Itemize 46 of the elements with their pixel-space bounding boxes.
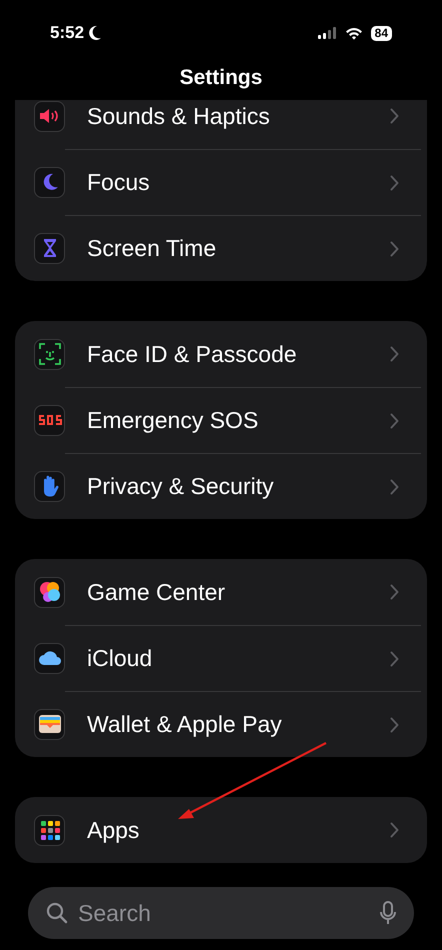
settings-row[interactable]: Screen Time bbox=[15, 215, 427, 281]
settings-row[interactable]: Emergency SOS bbox=[15, 387, 427, 453]
wifi-icon bbox=[344, 26, 363, 40]
settings-row[interactable]: Sounds & Haptics bbox=[15, 100, 427, 149]
settings-row[interactable]: Focus bbox=[15, 149, 427, 215]
chevron-icon bbox=[390, 478, 399, 494]
sos-icon bbox=[36, 413, 62, 427]
chevron-icon bbox=[390, 716, 399, 732]
battery-indicator: 84 bbox=[370, 26, 392, 40]
search-icon bbox=[46, 902, 68, 924]
chevron-icon bbox=[390, 240, 399, 256]
settings-row[interactable]: Privacy & Security bbox=[15, 453, 427, 519]
settings-row[interactable]: Wallet & Apple Pay bbox=[15, 691, 427, 757]
row-label: Sounds & Haptics bbox=[87, 102, 271, 131]
chevron-icon bbox=[390, 346, 399, 362]
row-label: iCloud bbox=[87, 644, 154, 674]
signal-icon bbox=[318, 27, 337, 39]
microphone-icon[interactable] bbox=[380, 901, 396, 925]
speaker-icon bbox=[38, 108, 60, 124]
row-label: Game Center bbox=[87, 578, 226, 607]
status-time: 5:52 bbox=[50, 22, 84, 44]
search-field[interactable]: Search bbox=[28, 887, 414, 939]
row-label: Face ID & Passcode bbox=[87, 340, 298, 369]
search-input[interactable]: Search bbox=[68, 894, 380, 932]
cloud-icon bbox=[38, 650, 62, 666]
row-label: Emergency SOS bbox=[87, 406, 260, 436]
settings-row[interactable]: Game Center bbox=[15, 559, 427, 625]
chevron-icon bbox=[390, 174, 399, 190]
row-label: Screen Time bbox=[87, 234, 218, 264]
settings-row[interactable]: iCloud bbox=[15, 625, 427, 691]
wallet-icon bbox=[38, 715, 60, 733]
app-grid-icon bbox=[40, 820, 60, 840]
row-label: Apps bbox=[87, 816, 140, 845]
hourglass-icon bbox=[42, 238, 56, 258]
chevron-icon bbox=[390, 108, 399, 124]
chevron-icon bbox=[390, 650, 399, 666]
face-scan-icon bbox=[38, 343, 60, 365]
chevron-icon bbox=[390, 584, 399, 600]
settings-row[interactable]: Face ID & Passcode bbox=[15, 321, 427, 387]
settings-row[interactable]: Apps bbox=[15, 797, 427, 863]
row-label: Privacy & Security bbox=[87, 472, 275, 502]
moon-icon bbox=[88, 25, 102, 41]
row-label: Wallet & Apple Pay bbox=[87, 710, 283, 740]
row-label: Focus bbox=[87, 168, 151, 198]
chevron-icon bbox=[390, 412, 399, 428]
chevron-icon bbox=[390, 822, 399, 838]
